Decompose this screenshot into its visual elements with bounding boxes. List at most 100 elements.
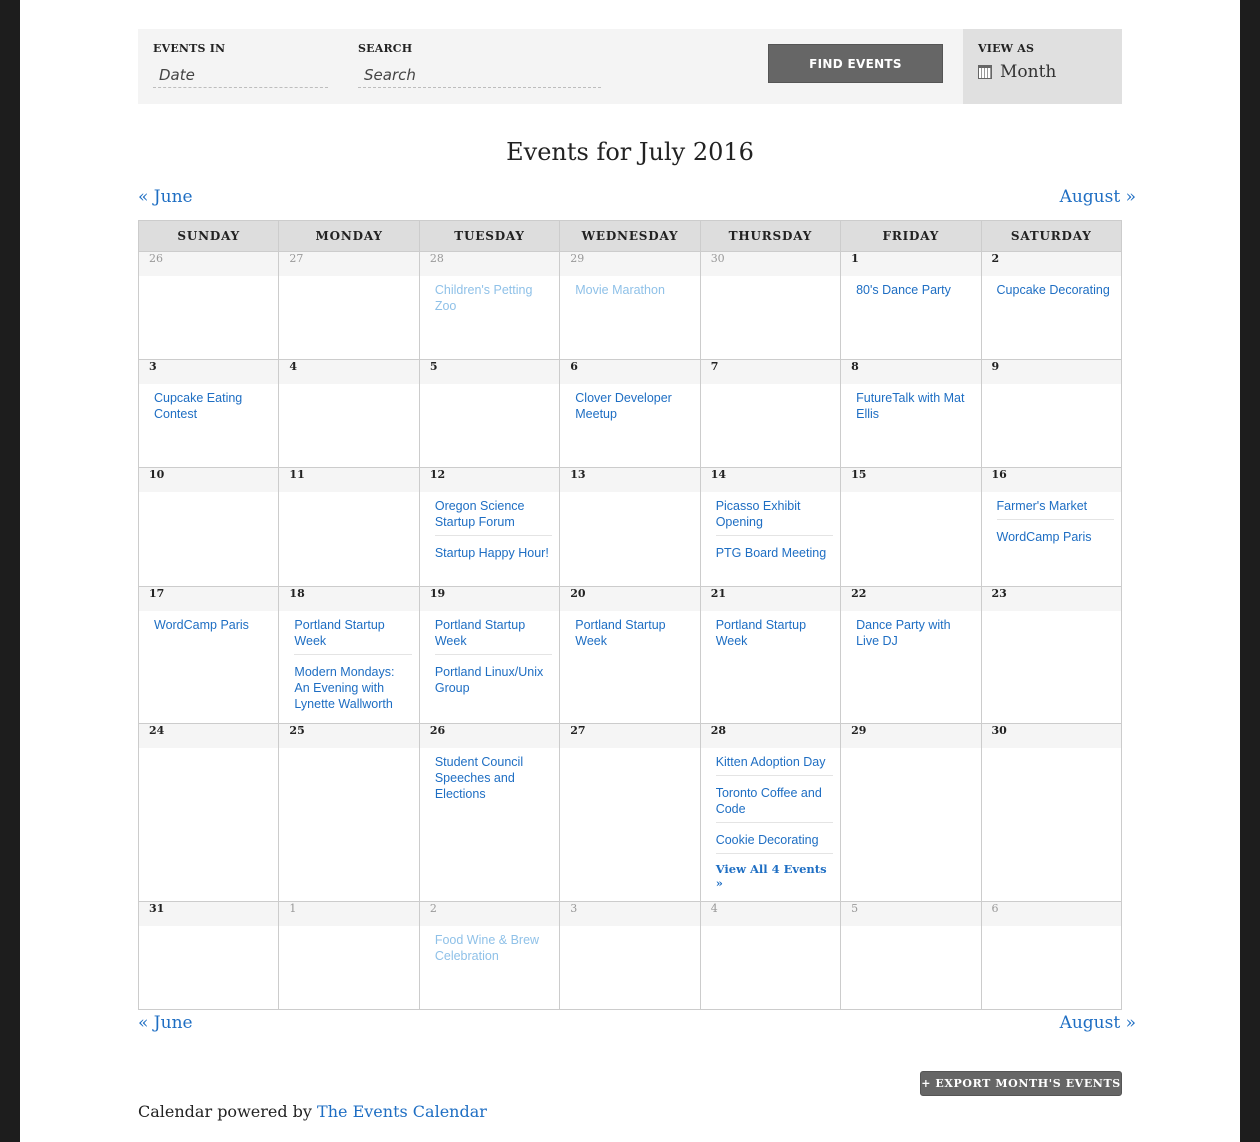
day-number: 19 [419, 587, 560, 611]
day-events-list: Portland Startup Week [701, 611, 840, 660]
day-events-list: Children's Petting Zoo [420, 276, 559, 325]
day-events-list: Picasso Exhibit Opening PTG Board Meeting [701, 492, 840, 572]
calendar-day-cell: 31 [137, 901, 280, 1010]
event-link[interactable]: Kitten Adoption Day [715, 752, 834, 776]
day-events-list: Cupcake Decorating [982, 276, 1121, 309]
weekday-header: FRIDAY [840, 220, 982, 252]
day-number: 4 [279, 360, 419, 384]
event-link[interactable]: Picasso Exhibit Opening [715, 496, 834, 536]
calendar-day-cell: 29 Movie Marathon [559, 251, 701, 360]
day-events-list: Clover Developer Meetup [560, 384, 699, 433]
day-events-list: Farmer's Market WordCamp Paris [982, 492, 1121, 556]
calendar-day-cell: 30 [980, 723, 1123, 902]
event-link[interactable]: Toronto Coffee and Code [715, 783, 834, 823]
calendar-day-cell: 24 [137, 723, 280, 902]
event-link[interactable]: WordCamp Paris [997, 527, 1114, 550]
calendar-day-cell: 6 Clover Developer Meetup [559, 359, 701, 468]
calendar-day-cell: 8 FutureTalk with Mat Ellis [840, 359, 982, 468]
day-number: 5 [841, 902, 981, 926]
weekday-header: WEDNESDAY [559, 220, 701, 252]
calendar-week-row: 31 1 2 Food Wine & Brew Celebration 3 4 5 6 [137, 901, 1123, 1010]
calendar-day-cell: 27 [278, 251, 420, 360]
event-link[interactable]: Cookie Decorating [715, 830, 834, 854]
day-events-list: FutureTalk with Mat Ellis [841, 384, 980, 433]
calendar-day-cell: 25 [278, 723, 420, 902]
events-calendar-link[interactable]: The Events Calendar [317, 1102, 487, 1121]
event-link[interactable]: FutureTalk with Mat Ellis [856, 388, 973, 427]
day-number: 18 [279, 587, 419, 611]
calendar-week-row: 26 27 28 Children's Petting Zoo 29 Movie Mara… [137, 251, 1123, 360]
calendar-day-cell: 1 [278, 901, 420, 1010]
find-events-button[interactable]: FIND EVENTS [768, 44, 943, 83]
next-month-link[interactable]: August » [1060, 187, 1136, 207]
calendar-day-cell: 30 [699, 251, 842, 360]
day-number: 17 [139, 587, 279, 611]
day-number: 12 [419, 468, 560, 492]
export-month-events-button[interactable]: + EXPORT MONTH'S EVENTS [920, 1071, 1122, 1096]
event-link[interactable]: Modern Mondays: An Evening with Lynette … [294, 662, 411, 717]
event-link[interactable]: Cupcake Eating Contest [154, 388, 271, 427]
event-link[interactable]: Portland Startup Week [575, 615, 692, 654]
calendar-day-cell: 17 WordCamp Paris [137, 586, 280, 724]
event-link[interactable]: Portland Startup Week [434, 615, 553, 655]
next-month-link-bottom[interactable]: August » [1060, 1013, 1136, 1033]
event-link[interactable]: Children's Petting Zoo [435, 280, 552, 319]
calendar-day-cell: 3 [559, 901, 701, 1010]
events-in-label: EVENTS IN [153, 42, 226, 55]
powered-by-footer: Calendar powered by The Events Calendar [138, 1102, 487, 1121]
view-as-select[interactable]: Month [978, 62, 1056, 82]
event-link[interactable]: Portland Startup Week [294, 615, 412, 655]
calendar-day-cell: 28 Kitten Adoption Day Toronto Coffee and … [699, 723, 842, 902]
event-link[interactable]: Portland Startup Week [716, 615, 833, 654]
day-number: 16 [981, 468, 1121, 492]
calendar-day-cell: 9 [980, 359, 1123, 468]
day-events-list: Portland Startup Week Modern Mondays: An … [279, 611, 418, 723]
calendar-day-cell: 13 [559, 467, 701, 587]
event-link[interactable]: Student Council Speeches and Elections [435, 752, 552, 807]
event-link[interactable]: WordCamp Paris [154, 615, 271, 638]
date-input[interactable] [153, 62, 328, 88]
event-link[interactable]: 80's Dance Party [856, 280, 973, 303]
day-number: 14 [700, 468, 841, 492]
day-number: 30 [700, 252, 841, 276]
day-number: 28 [419, 252, 560, 276]
day-number: 11 [279, 468, 419, 492]
event-link[interactable]: Oregon Science Startup Forum [434, 496, 553, 536]
event-link[interactable]: Cupcake Decorating [997, 280, 1114, 303]
event-link[interactable]: Startup Happy Hour! [435, 543, 552, 566]
view-all-events-link[interactable]: View All 4 Events » [716, 861, 833, 890]
event-link[interactable]: Movie Marathon [575, 280, 692, 303]
day-number: 13 [560, 468, 700, 492]
event-link[interactable]: PTG Board Meeting [716, 543, 833, 566]
event-link[interactable]: Portland Linux/Unix Group [435, 662, 552, 701]
day-events-list: Movie Marathon [560, 276, 699, 309]
search-input[interactable] [358, 62, 601, 88]
weekday-header: THURSDAY [699, 220, 842, 252]
view-as-value: Month [1000, 62, 1057, 82]
day-number: 2 [981, 252, 1121, 276]
event-link[interactable]: Clover Developer Meetup [575, 388, 692, 427]
month-calendar: SUNDAY MONDAY TUESDAY WEDNESDAY THURSDAY FRID… [137, 220, 1123, 1010]
page-title: Events for July 2016 [506, 138, 754, 166]
day-number: 24 [139, 724, 279, 748]
calendar-day-cell: 5 [418, 359, 561, 468]
calendar-icon [978, 65, 992, 79]
day-events-list: Food Wine & Brew Celebration [420, 926, 559, 975]
prev-month-link[interactable]: « June [138, 187, 193, 207]
event-link[interactable]: Food Wine & Brew Celebration [435, 930, 552, 969]
powered-by-text: Calendar powered by [138, 1102, 318, 1121]
event-link[interactable]: Farmer's Market [996, 496, 1114, 520]
event-filter-bar: EVENTS IN SEARCH FIND EVENTS VIEW AS Mon… [138, 29, 1122, 104]
day-number: 5 [419, 360, 560, 384]
calendar-day-cell: 2 Food Wine & Brew Celebration [418, 901, 561, 1010]
calendar-day-cell: 26 [137, 251, 280, 360]
view-as-label: VIEW AS [978, 42, 1035, 55]
event-link[interactable]: Dance Party with Live DJ [856, 615, 973, 654]
day-number: 27 [560, 724, 700, 748]
calendar-day-cell: 22 Dance Party with Live DJ [840, 586, 982, 724]
day-events-list: 80's Dance Party [841, 276, 980, 309]
calendar-day-cell: 2 Cupcake Decorating [980, 251, 1123, 360]
day-number: 15 [841, 468, 981, 492]
prev-month-link-bottom[interactable]: « June [138, 1013, 193, 1033]
calendar-day-cell: 15 [840, 467, 982, 587]
